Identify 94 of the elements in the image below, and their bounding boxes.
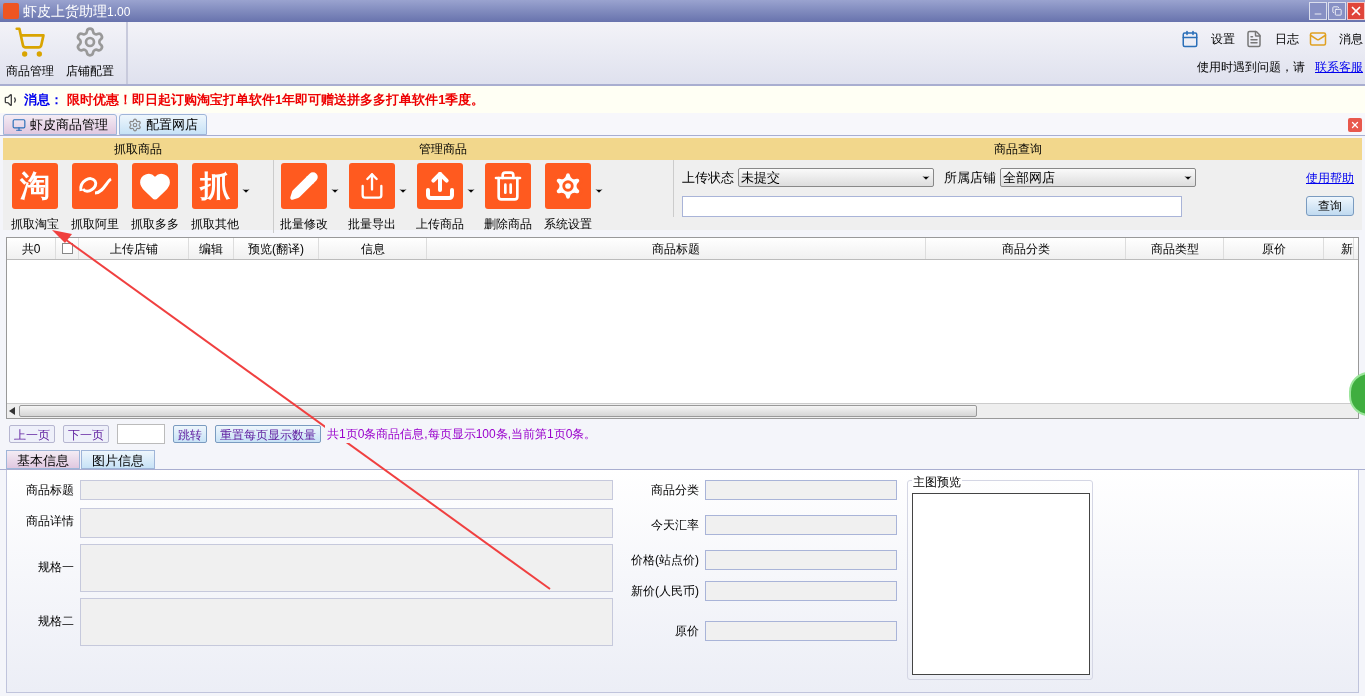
text-field[interactable]	[80, 598, 613, 646]
field-label: 新价(人民币)	[630, 583, 699, 600]
toolbar-button[interactable]: 店铺配置	[60, 22, 120, 84]
shop-label: 所属店铺	[944, 169, 996, 187]
column-header: 编辑	[189, 238, 234, 259]
jump-button[interactable]: 跳转	[173, 425, 207, 443]
column-header: 上传店铺	[79, 238, 189, 259]
column-header: 新	[1324, 238, 1354, 259]
column-header: 商品类型	[1126, 238, 1224, 259]
dropdown[interactable]: 全部网店	[1000, 168, 1196, 188]
prev-page-button[interactable]: 上一页	[9, 425, 55, 443]
ribbon-button[interactable]: 批量导出	[342, 160, 402, 233]
column-header: 共0	[7, 238, 56, 259]
upload-icon	[424, 170, 456, 202]
text-field[interactable]	[705, 480, 897, 500]
column-header: 预览(翻译)	[234, 238, 319, 259]
tab[interactable]: 配置网店	[119, 114, 207, 135]
contact-link[interactable]: 联系客服	[1315, 58, 1363, 76]
notice-label: 消息：	[24, 90, 63, 109]
tab[interactable]: 图片信息	[81, 450, 155, 469]
notice-text: 限时优惠！即日起订购淘宝打单软件1年即可赠送拼多多打单软件1季度。	[67, 90, 485, 109]
status-label: 上传状态	[682, 169, 734, 187]
document-icon	[1245, 30, 1263, 48]
minimize-button[interactable]	[1309, 2, 1327, 20]
help-link[interactable]: 使用帮助	[1306, 168, 1354, 187]
column-header: 商品标题	[427, 238, 926, 259]
ribbon-button[interactable]: 删除商品	[478, 160, 538, 233]
app-icon	[3, 3, 19, 19]
ribbon-button[interactable]: 批量修改	[274, 160, 334, 233]
caret-icon[interactable]	[594, 186, 604, 196]
dropdown[interactable]: 未提交	[738, 168, 934, 188]
window-title: 虾皮上货助理1.00	[23, 1, 131, 21]
text-field[interactable]	[705, 550, 897, 570]
text-field[interactable]	[705, 515, 897, 535]
toolbar-button[interactable]: 商品管理	[0, 22, 60, 84]
help-text: 使用时遇到问题，请	[1197, 59, 1305, 76]
gear-icon	[74, 26, 106, 58]
menu-button[interactable]: 设置	[1181, 30, 1235, 48]
app-icon: 抓	[192, 163, 238, 209]
reset-button[interactable]: 重置每页显示数量	[215, 425, 321, 443]
next-page-button[interactable]: 下一页	[63, 425, 109, 443]
text-field[interactable]	[80, 480, 613, 500]
ribbon-button[interactable]: 抓取多多	[125, 160, 185, 233]
calendar-icon	[1181, 30, 1199, 48]
field-label: 今天汇率	[650, 517, 699, 534]
ribbon-button[interactable]: 抓 抓取其他	[185, 160, 245, 233]
tab[interactable]: 虾皮商品管理	[3, 114, 117, 135]
field-label: 商品详情	[25, 513, 74, 530]
field-label: 价格(站点价)	[630, 552, 699, 569]
field-label: 原价	[674, 623, 699, 640]
caret-icon[interactable]	[330, 186, 340, 196]
app-icon: 淘	[12, 163, 58, 209]
field-label: 商品分类	[650, 482, 699, 499]
group-title: 抓取商品	[114, 141, 162, 158]
ribbon-button[interactable]: 上传商品	[410, 160, 470, 233]
group-title: 商品查询	[993, 141, 1042, 158]
scroll-left-icon[interactable]	[9, 407, 15, 415]
gear-icon	[128, 117, 142, 132]
page-field[interactable]	[117, 424, 165, 444]
text-field[interactable]	[80, 508, 613, 538]
caret-icon[interactable]	[398, 186, 408, 196]
monitor-icon	[12, 117, 26, 132]
menu-button[interactable]: 日志	[1245, 30, 1299, 48]
field-label: 规格二	[37, 613, 74, 630]
field-label: 商品标题	[25, 482, 74, 499]
column-header: 商品分类	[926, 238, 1126, 259]
field-label: 规格一	[37, 559, 74, 576]
horizontal-scrollbar[interactable]	[7, 403, 1358, 418]
query-button[interactable]: 查询	[1306, 196, 1354, 216]
trash-icon	[492, 170, 524, 202]
select-all-checkbox[interactable]	[61, 243, 73, 254]
menu-button[interactable]: 消息	[1309, 30, 1363, 48]
text-field[interactable]	[80, 544, 613, 592]
text-field[interactable]	[705, 621, 897, 641]
ribbon-button[interactable]: 淘 抓取淘宝	[5, 160, 65, 233]
cart-icon	[14, 26, 46, 58]
text-field[interactable]	[705, 581, 897, 601]
ribbon-button[interactable]: 系统设置	[538, 160, 598, 233]
close-button[interactable]	[1347, 2, 1365, 20]
mail-icon	[1309, 30, 1327, 48]
tab[interactable]: 基本信息	[6, 450, 80, 469]
group-title: 管理商品	[419, 141, 467, 158]
restore-button[interactable]	[1328, 2, 1346, 20]
caret-icon[interactable]	[466, 186, 476, 196]
column-header: 原价	[1224, 238, 1324, 259]
pencil-icon	[289, 171, 319, 201]
group-title: 主图预览	[912, 473, 962, 491]
close-tab-button[interactable]	[1348, 118, 1362, 132]
caret-icon[interactable]	[241, 186, 251, 196]
close-icon	[1349, 4, 1363, 18]
ribbon-button[interactable]: 抓取阿里	[65, 160, 125, 233]
search-field[interactable]	[682, 195, 1182, 217]
restore-icon	[1332, 6, 1342, 16]
column-header: 信息	[319, 238, 427, 259]
